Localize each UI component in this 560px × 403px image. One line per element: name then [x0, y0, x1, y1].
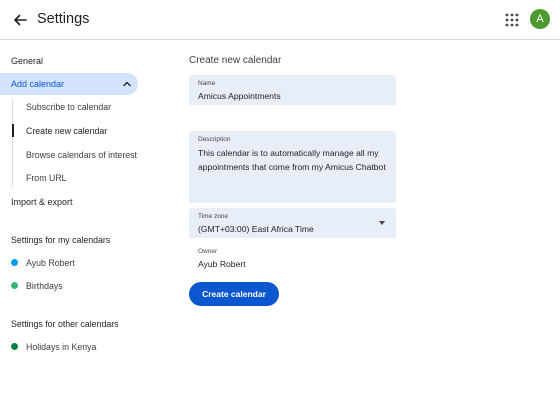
sidebar-item-create-new[interactable]: Create new calendar	[26, 126, 107, 136]
owner-value: Ayub Robert	[198, 259, 246, 269]
sidebar-item-subscribe[interactable]: Subscribe to calendar	[26, 102, 111, 112]
page-title: Settings	[37, 11, 90, 27]
name-field-value: Amicus Appointments	[198, 91, 281, 101]
create-calendar-button[interactable]: Create calendar	[189, 282, 279, 306]
timezone-label: Time zone	[198, 213, 229, 220]
my-calendars-heading: Settings for my calendars	[11, 235, 111, 245]
timezone-select[interactable]: Time zone (GMT+03:00) East Africa Time	[189, 208, 396, 238]
sidebar-item-browse[interactable]: Browse calendars of interest	[26, 150, 137, 160]
tree-active-marker	[12, 124, 14, 137]
sidebar-item-general[interactable]: General	[11, 56, 43, 66]
sidebar-item-add-calendar-label: Add calendar	[11, 79, 65, 89]
timezone-value: (GMT+03:00) East Africa Time	[198, 224, 314, 234]
chevron-up-icon[interactable]	[122, 79, 132, 89]
calendar-color-dot	[11, 343, 18, 350]
avatar[interactable]: A	[530, 9, 550, 29]
name-field[interactable]: Name Amicus Appointments	[189, 75, 396, 105]
dropdown-caret-icon	[379, 221, 385, 225]
calendar-color-dot	[11, 282, 18, 289]
sidebar-item-holidays-kenya[interactable]: Holidays in Kenya	[26, 342, 96, 352]
form-heading: Create new calendar	[189, 55, 282, 66]
top-bar: Settings A	[0, 0, 560, 40]
other-calendars-heading: Settings for other calendars	[11, 319, 119, 329]
description-field-label: Description	[198, 136, 231, 143]
name-field-label: Name	[198, 80, 216, 87]
sidebar-item-import-export[interactable]: Import & export	[11, 197, 73, 207]
calendar-color-dot	[11, 259, 18, 266]
owner-label: Owner	[198, 248, 218, 255]
sidebar-item-ayub-robert[interactable]: Ayub Robert	[26, 258, 75, 268]
description-field[interactable]: Description This calendar is to automati…	[189, 131, 396, 203]
tree-line	[12, 99, 13, 187]
sidebar-item-birthdays[interactable]: Birthdays	[26, 281, 63, 291]
description-field-value: This calendar is to automatically manage…	[198, 148, 386, 172]
sidebar-item-from-url[interactable]: From URL	[26, 173, 67, 183]
apps-grid-icon[interactable]	[503, 11, 521, 29]
back-arrow-icon[interactable]	[10, 10, 30, 30]
